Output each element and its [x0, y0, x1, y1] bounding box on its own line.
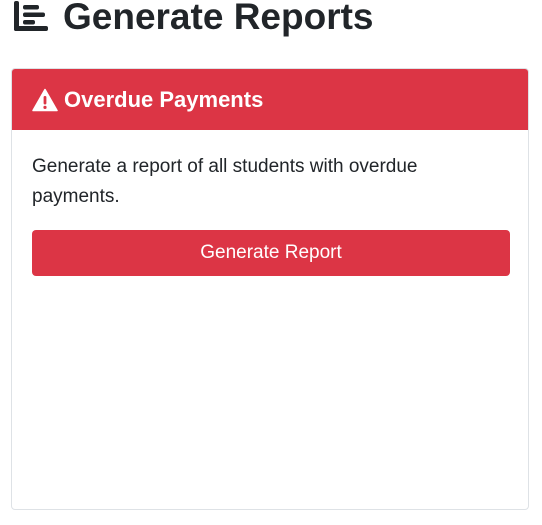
page-header: Generate Reports [11, 0, 374, 40]
card-body: Generate a report of all students with o… [12, 130, 528, 276]
report-list-icon [11, 0, 51, 35]
generate-report-button[interactable]: Generate Report [32, 230, 510, 276]
reports-page: Generate Reports Overdue Payments Genera… [0, 0, 542, 525]
page-title: Generate Reports [63, 0, 374, 37]
card-description: Generate a report of all students with o… [32, 156, 418, 207]
warning-triangle-icon [32, 88, 58, 112]
card-title: Overdue Payments [64, 86, 264, 112]
overdue-payments-card: Overdue Payments Generate a report of al… [11, 68, 529, 510]
card-header: Overdue Payments [12, 69, 528, 130]
